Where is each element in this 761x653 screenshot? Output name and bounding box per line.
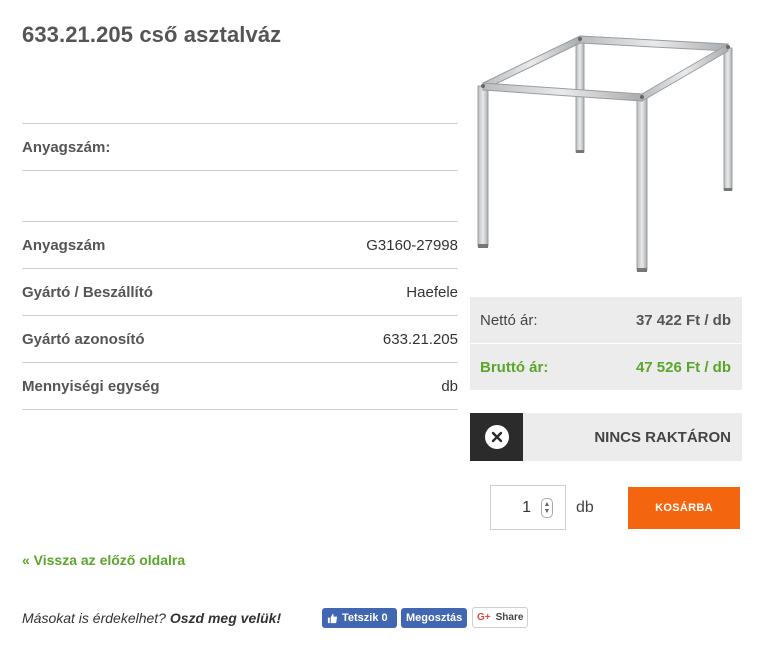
detail-label: Gyártó / Beszállító bbox=[22, 283, 153, 301]
add-to-cart-button[interactable]: KOSÁRBA bbox=[628, 487, 740, 529]
close-circle-icon bbox=[484, 425, 509, 449]
thumbs-up-icon bbox=[327, 613, 338, 623]
share-cta: Oszd meg velük! bbox=[169, 610, 282, 626]
facebook-share-button[interactable]: Megosztás bbox=[401, 608, 467, 628]
gross-price-label: Bruttó ár: bbox=[480, 358, 549, 376]
detail-value: G3160-27998 bbox=[366, 236, 458, 254]
quantity-unit: db bbox=[576, 499, 594, 516]
facebook-like-button[interactable]: Tetszik 0 bbox=[322, 608, 397, 628]
detail-label: Gyártó azonosító bbox=[22, 330, 145, 348]
net-price-row: Nettó ár: 37 422 Ft / db bbox=[470, 297, 742, 343]
google-plus-icon: G+ bbox=[477, 612, 491, 623]
facebook-like-label: Tetszik 0 bbox=[342, 612, 388, 624]
gross-price-row: Bruttó ár: 47 526 Ft / db bbox=[470, 344, 742, 390]
product-image[interactable] bbox=[466, 26, 746, 276]
share-prompt: Másokat is érdekelhet? Oszd meg velük! bbox=[22, 610, 281, 626]
detail-row-unit: Mennyiségi egység db bbox=[22, 363, 458, 409]
stock-status-text: NINCS RAKTÁRON bbox=[594, 428, 731, 446]
gross-price-value: 47 526 Ft / db bbox=[635, 358, 731, 376]
detail-row-material-number: Anyagszám G3160-27998 bbox=[22, 222, 458, 268]
detail-label: Anyagszám bbox=[22, 236, 106, 254]
stock-icon-box bbox=[470, 413, 523, 461]
quantity-stepper[interactable]: 1 ▲ ▼ bbox=[490, 485, 566, 530]
detail-value: Haefele bbox=[406, 283, 458, 301]
share-prompt-text: Másokat is érdekelhet? bbox=[22, 610, 166, 626]
page-title: 633.21.205 cső asztalváz bbox=[22, 22, 282, 47]
net-price-label: Nettó ár: bbox=[480, 311, 538, 329]
details-header: Anyagszám: bbox=[22, 124, 458, 170]
google-plus-share-label: Share bbox=[495, 612, 524, 623]
facebook-share-label: Megosztás bbox=[406, 612, 463, 624]
detail-label: Mennyiségi egység bbox=[22, 377, 160, 395]
google-plus-share-button[interactable]: G+ Share bbox=[472, 607, 528, 628]
divider bbox=[22, 170, 458, 171]
net-price-value: 37 422 Ft / db bbox=[635, 311, 731, 329]
detail-row-manufacturer: Gyártó / Beszállító Haefele bbox=[22, 269, 458, 315]
back-link[interactable]: « Vissza az előző oldalra bbox=[22, 552, 185, 568]
detail-value: 633.21.205 bbox=[382, 330, 458, 348]
detail-value: db bbox=[441, 377, 458, 395]
quantity-value[interactable]: 1 bbox=[491, 499, 541, 517]
detail-row-manufacturer-id: Gyártó azonosító 633.21.205 bbox=[22, 316, 458, 362]
stock-status: NINCS RAKTÁRON bbox=[470, 413, 742, 461]
divider bbox=[22, 409, 458, 410]
details-header-label: Anyagszám: bbox=[22, 138, 111, 156]
spinner-arrows-icon[interactable]: ▲ ▼ bbox=[541, 497, 553, 518]
